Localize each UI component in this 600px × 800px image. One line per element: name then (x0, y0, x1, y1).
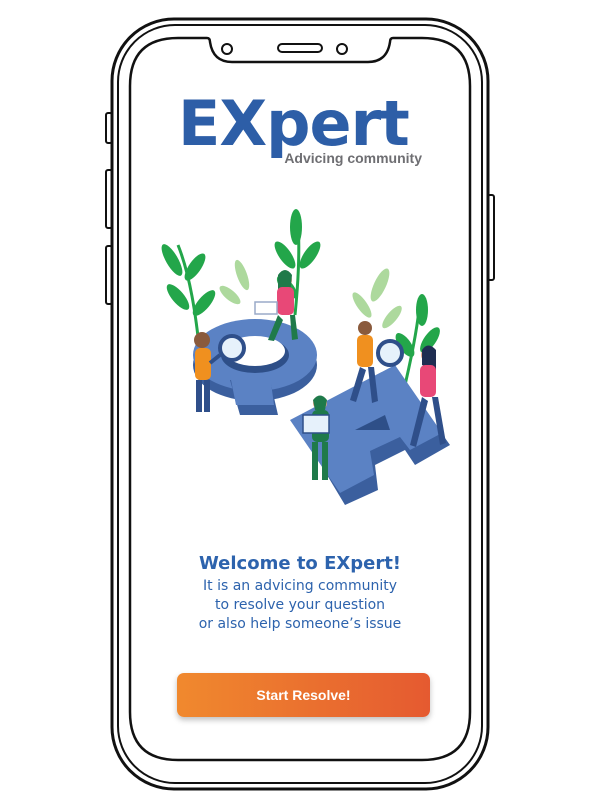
qa-people-illustration (161, 209, 450, 505)
start-resolve-button[interactable]: Start Resolve! (177, 673, 430, 717)
welcome-description: It is an advicing community to resolve y… (130, 577, 470, 634)
app-logo: EXpert Advicing community (178, 88, 428, 170)
letter-q-icon (193, 319, 317, 415)
description-line: to resolve your question (214, 597, 386, 613)
welcome-title: Welcome to EXpert! (198, 553, 402, 574)
description-line: It is an advicing community (203, 578, 397, 594)
description-line: or also help someone’s issue (198, 616, 402, 632)
logo-subtitle: Advicing community (284, 150, 422, 166)
